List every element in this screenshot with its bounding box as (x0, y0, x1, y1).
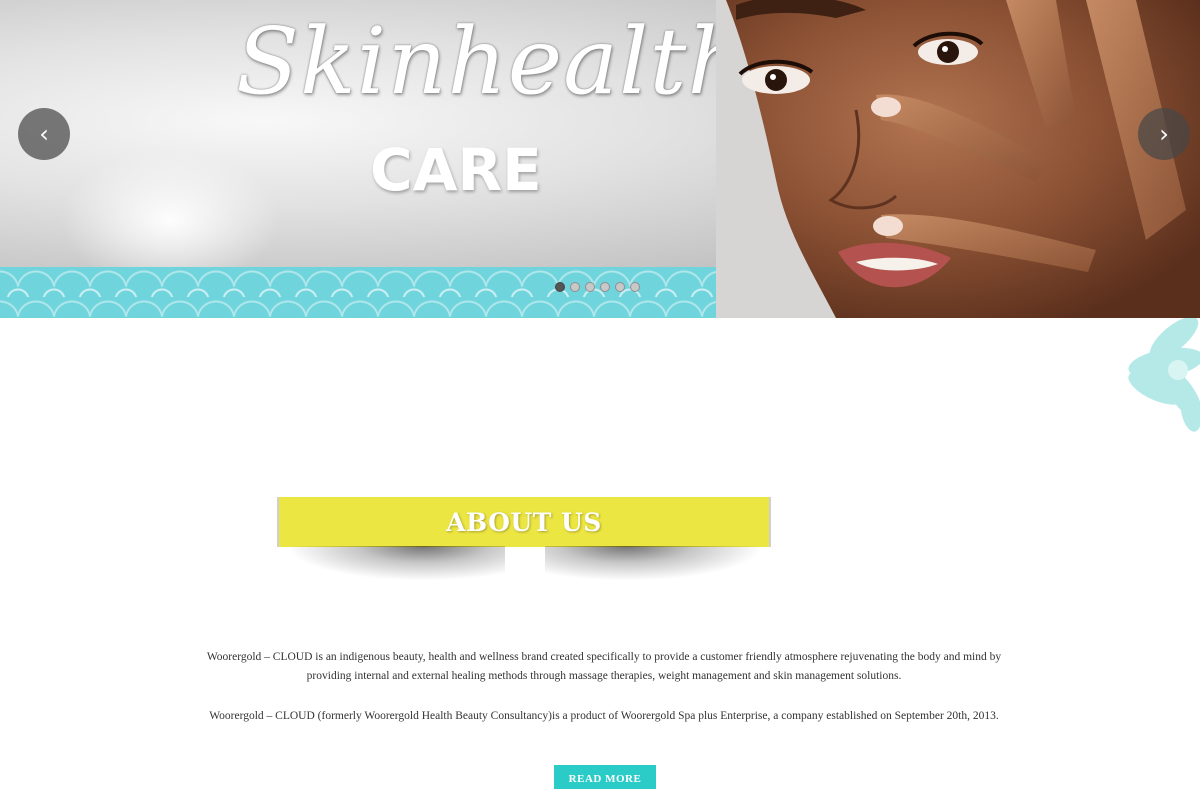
slider-dot-5[interactable] (615, 282, 625, 292)
chevron-left-icon: ‹ (39, 120, 49, 148)
hero-model-photo (716, 0, 1200, 318)
banner-shadow-left (290, 546, 505, 580)
about-paragraph-1: Woorergold – CLOUD is an indigenous beau… (206, 651, 1002, 682)
hero-title-script: Skinhealth (236, 8, 748, 115)
slider-dot-6[interactable] (630, 282, 640, 292)
banner-shadow-right (545, 546, 760, 580)
page: Skinhealth CARE ‹ › ABOUT US Woorergold … (0, 0, 1200, 789)
slider-dot-2[interactable] (570, 282, 580, 292)
slider-prev-button[interactable]: ‹ (18, 108, 70, 160)
read-more-button[interactable]: READ MORE (554, 765, 656, 789)
hero-title-bold: CARE (370, 136, 542, 204)
slider-dot-1[interactable] (555, 282, 565, 292)
slider-next-button[interactable]: › (1138, 108, 1190, 160)
hero-slider: Skinhealth CARE ‹ › (0, 0, 1200, 318)
about-paragraph-2: Woorergold – CLOUD (formerly Woorergold … (209, 710, 999, 722)
slider-dot-4[interactable] (600, 282, 610, 292)
slider-dot-3[interactable] (585, 282, 595, 292)
chevron-right-icon: › (1159, 120, 1169, 148)
about-heading: ABOUT US (446, 508, 602, 537)
slider-pagination (555, 282, 640, 292)
flower-decoration (1128, 318, 1200, 432)
